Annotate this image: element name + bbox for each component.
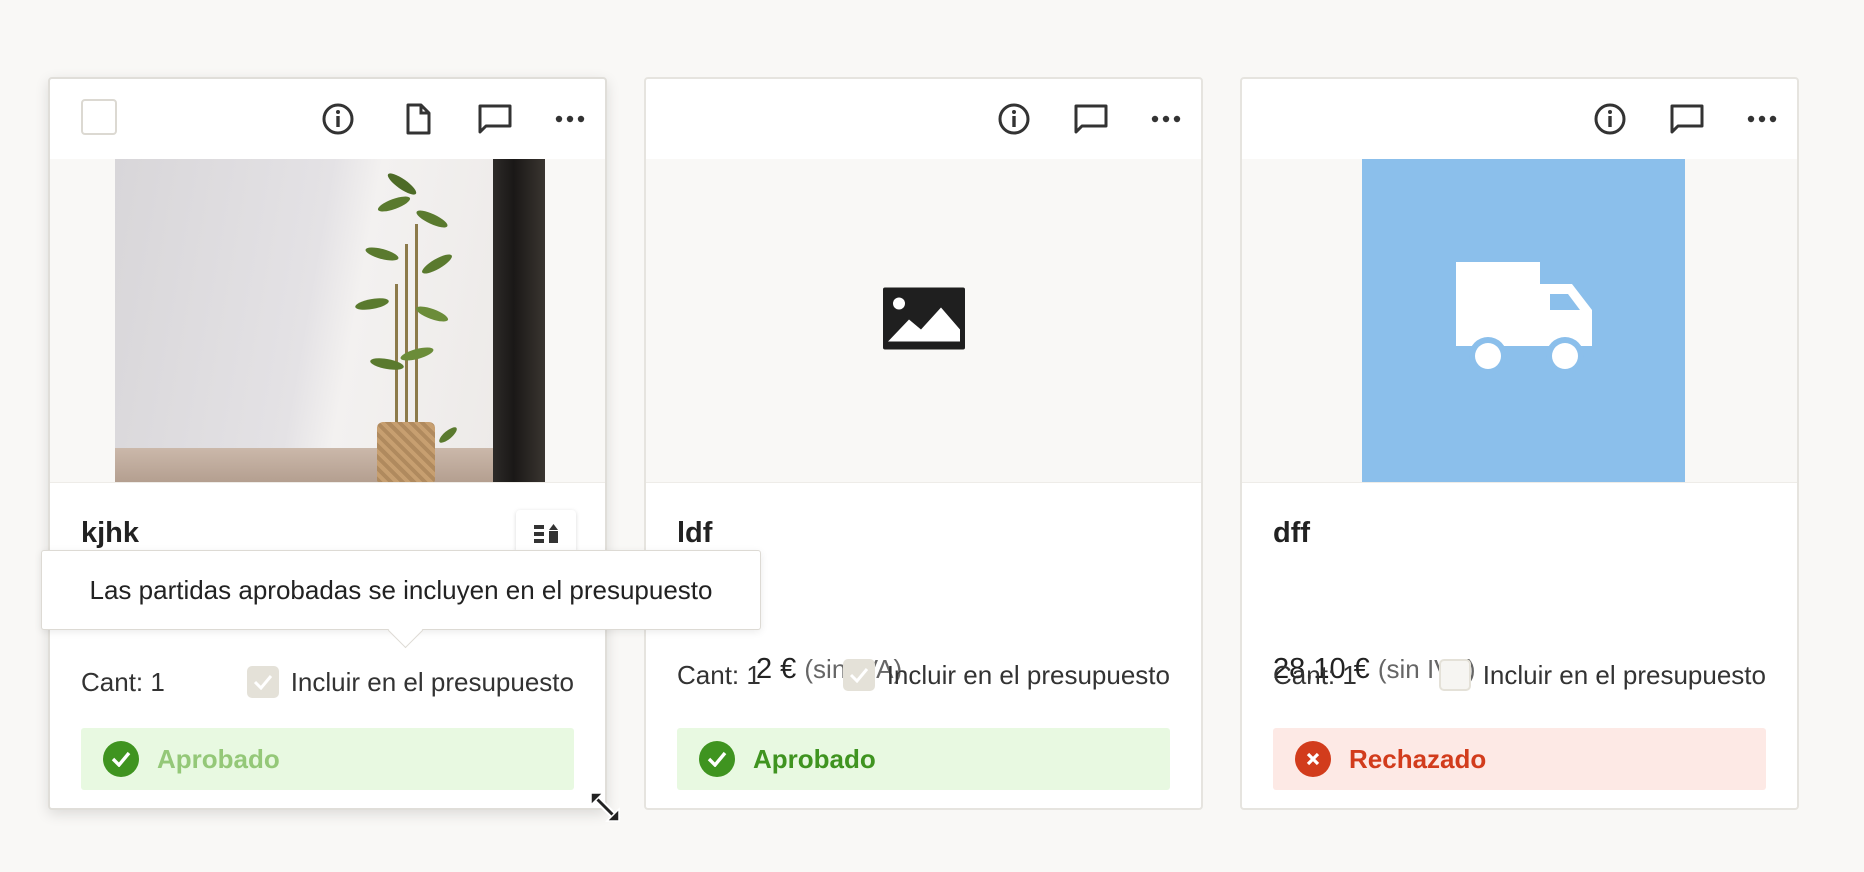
item-image-area[interactable] (646, 159, 1201, 483)
resize-cursor-icon (588, 790, 622, 829)
tooltip-text: Las partidas aprobadas se incluyen en el… (89, 574, 713, 605)
include-in-budget[interactable]: Incluir en el presupuesto (1438, 659, 1766, 691)
include-checkbox[interactable] (246, 666, 279, 698)
status-badge: Aprobado (81, 728, 574, 790)
quantity-row: Cant: 1 Incluir en el presupuesto (1273, 655, 1766, 695)
comment-icon[interactable] (1071, 99, 1111, 139)
status-label: Rechazado (1349, 743, 1487, 774)
item-name: dff (1273, 517, 1311, 549)
info-icon[interactable] (318, 99, 358, 139)
more-icon[interactable] (1742, 99, 1782, 139)
item-name: kjhk (81, 517, 140, 549)
check-circle-icon (103, 741, 139, 777)
card-toolbar (646, 79, 1201, 159)
image-placeholder-icon (882, 287, 965, 354)
status-badge: Rechazado (1273, 728, 1766, 790)
item-image-area[interactable] (1242, 159, 1797, 483)
document-icon[interactable] (398, 99, 438, 139)
item-image-area[interactable] (50, 159, 605, 483)
plant-photo (115, 159, 545, 482)
include-label: Incluir en el presupuesto (290, 666, 574, 697)
include-checkbox[interactable] (1438, 659, 1471, 691)
x-circle-icon (1295, 741, 1331, 777)
tooltip: Las partidas aprobadas se incluyen en el… (41, 550, 761, 649)
select-checkbox[interactable] (81, 99, 117, 135)
truck-icon (1454, 260, 1594, 381)
status-label: Aprobado (157, 743, 280, 774)
include-label: Incluir en el presupuesto (1482, 659, 1766, 690)
include-label: Incluir en el presupuesto (886, 659, 1170, 690)
more-icon[interactable] (550, 99, 590, 139)
info-icon[interactable] (1590, 99, 1630, 139)
truck-image (1362, 159, 1685, 482)
status-label: Aprobado (753, 743, 876, 774)
quantity-row: Cant: 1 Incluir en el presupuesto (81, 662, 574, 702)
include-in-budget[interactable]: Incluir en el presupuesto (842, 659, 1170, 691)
card-toolbar (50, 79, 605, 159)
quantity-row: Cant: 1 Incluir en el presupuesto (677, 655, 1170, 695)
quantity-label: Cant: 1 (81, 666, 165, 697)
item-card-ldf[interactable]: ldf 2 € (sin IVA) Cant: 1 Incluir en el … (644, 77, 1203, 810)
item-card-kjhk[interactable]: kjhk Cant: 1 Incluir en el presupuesto A… (48, 77, 607, 810)
comment-icon[interactable] (1667, 99, 1707, 139)
card-toolbar (1242, 79, 1797, 159)
quantity-label: Cant: 1 (1273, 659, 1357, 690)
status-badge: Aprobado (677, 728, 1170, 790)
include-in-budget[interactable]: Incluir en el presupuesto (246, 666, 574, 698)
comment-icon[interactable] (475, 99, 515, 139)
info-icon[interactable] (994, 99, 1034, 139)
quantity-label: Cant: 1 (677, 659, 761, 690)
more-icon[interactable] (1146, 99, 1186, 139)
item-card-dff[interactable]: dff 28,10 € (sin IVA) Cant: 1 Incluir en… (1240, 77, 1799, 810)
include-checkbox[interactable] (842, 659, 875, 691)
columns-icon (532, 522, 560, 551)
check-circle-icon (699, 741, 735, 777)
item-name: ldf (677, 517, 713, 549)
